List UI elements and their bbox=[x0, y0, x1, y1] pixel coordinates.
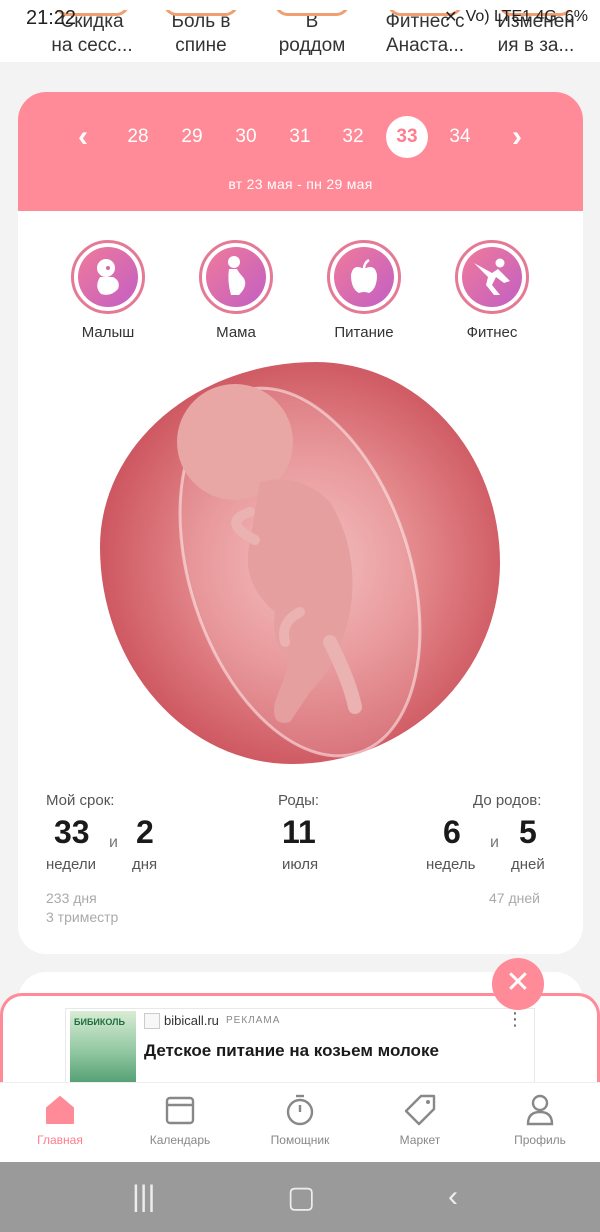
birth-day: 11 bbox=[282, 814, 316, 850]
category-ring bbox=[327, 240, 401, 314]
category-label: Мама bbox=[216, 324, 256, 341]
tab-assistant[interactable]: Помощник bbox=[240, 1093, 360, 1147]
category-fill bbox=[206, 247, 266, 307]
story-title-line2: Анаста... bbox=[385, 35, 465, 56]
category-row: Малыш Мама Питание Фитнес bbox=[18, 240, 583, 341]
story-title-line2: спине bbox=[175, 35, 227, 56]
week-header: ‹ 28 29 30 31 32 33 34 › вт 23 мая - пн … bbox=[18, 92, 583, 211]
until-total-days: 47 дней bbox=[489, 890, 540, 906]
term-days-value: 2 bbox=[136, 814, 154, 850]
ad-content[interactable]: БИБИКОЛЬ bibicall.ru РЕКЛАМА Детское пит… bbox=[65, 1008, 535, 1088]
tab-label: Маркет bbox=[399, 1133, 441, 1147]
yoga-pose-icon bbox=[474, 258, 510, 295]
ad-label: РЕКЛАМА bbox=[226, 1015, 281, 1026]
tab-profile[interactable]: Профиль bbox=[480, 1093, 600, 1147]
profile-icon bbox=[526, 1094, 554, 1126]
term-weeks-unit: недели bbox=[46, 856, 97, 873]
ad-brand-text: БИБИКОЛЬ bbox=[74, 1017, 125, 1027]
tab-label: Профиль bbox=[514, 1133, 566, 1147]
category-nutrition[interactable]: Питание bbox=[309, 240, 419, 341]
week-button-active[interactable]: 33 bbox=[386, 116, 428, 158]
week-button[interactable]: 34 bbox=[439, 116, 481, 158]
home-button-icon[interactable]: ▢ bbox=[287, 1180, 315, 1215]
tab-calendar[interactable]: Календарь bbox=[120, 1093, 240, 1147]
calendar-icon bbox=[165, 1096, 195, 1125]
category-fill bbox=[462, 247, 522, 307]
ad-domain: bibicall.ru bbox=[164, 1013, 219, 1028]
fetus-drawing bbox=[177, 384, 422, 758]
term-days-unit: дня bbox=[132, 856, 158, 873]
battery-level: 6% bbox=[564, 8, 588, 25]
week-selector: ‹ 28 29 30 31 32 33 34 › bbox=[18, 116, 583, 158]
story-title-line2: на сесс... bbox=[51, 35, 133, 56]
category-mom[interactable]: Мама bbox=[181, 240, 291, 341]
chevron-right-icon[interactable]: › bbox=[502, 122, 532, 152]
until-weeks-value: 6 bbox=[443, 814, 461, 850]
tab-label: Календарь bbox=[149, 1133, 211, 1147]
category-baby[interactable]: Малыш bbox=[53, 240, 163, 341]
until-weeks-unit: недель bbox=[426, 856, 476, 873]
term-weeks-value: 33 bbox=[54, 814, 90, 850]
story-title-line2: роддом bbox=[278, 35, 346, 56]
week-button[interactable]: 29 bbox=[171, 116, 213, 158]
ad-favicon-icon bbox=[144, 1013, 160, 1029]
baby-icon bbox=[97, 259, 119, 295]
tab-home[interactable]: Главная bbox=[0, 1093, 120, 1147]
category-ring bbox=[455, 240, 529, 314]
term-trimester: 3 триместр bbox=[46, 909, 119, 925]
date-range: вт 23 мая - пн 29 мая bbox=[228, 176, 373, 192]
tab-label: Главная bbox=[37, 1133, 83, 1147]
term-total-days: 233 дня bbox=[46, 890, 97, 906]
category-fill bbox=[78, 247, 138, 307]
fetus-illustration bbox=[100, 362, 500, 764]
week-button[interactable]: 30 bbox=[225, 116, 267, 158]
week-button[interactable]: 31 bbox=[279, 116, 321, 158]
back-icon[interactable]: ‹ bbox=[448, 1180, 458, 1214]
status-bar: 21:22 ✕ Vo) LTE1 4G 6% bbox=[0, 0, 600, 34]
more-vertical-icon[interactable]: ⋮ bbox=[506, 1009, 524, 1030]
term-conjunction: и bbox=[109, 834, 118, 851]
chevron-left-icon[interactable]: ‹ bbox=[68, 122, 98, 152]
status-time: 21:22 bbox=[26, 7, 77, 29]
week-button[interactable]: 28 bbox=[117, 116, 159, 158]
category-fitness[interactable]: Фитнес bbox=[437, 240, 547, 341]
recent-apps-icon[interactable]: ||| bbox=[132, 1180, 155, 1214]
week-button[interactable]: 32 bbox=[332, 116, 374, 158]
signal-icon: ✕ bbox=[444, 9, 458, 26]
timer-icon bbox=[286, 1094, 314, 1126]
until-days-unit: дней bbox=[511, 856, 545, 873]
category-label: Малыш bbox=[81, 324, 135, 341]
category-label: Питание bbox=[334, 324, 394, 341]
category-label: Фитнес bbox=[466, 324, 518, 341]
tab-market[interactable]: Маркет bbox=[360, 1093, 480, 1147]
birth-label: Роды: bbox=[278, 792, 320, 809]
category-ring bbox=[71, 240, 145, 314]
story-title-line2: ия в за... bbox=[497, 35, 575, 56]
bottom-tab-bar: Главная Календарь Помощник Маркет Профил… bbox=[0, 1082, 600, 1162]
until-days-value: 5 bbox=[519, 814, 537, 850]
status-icons: ✕ Vo) LTE1 4G 6% bbox=[444, 7, 588, 27]
category-ring bbox=[199, 240, 273, 314]
home-icon bbox=[46, 1096, 74, 1124]
pregnancy-week-card: ‹ 28 29 30 31 32 33 34 › вт 23 мая - пн … bbox=[18, 92, 583, 954]
pregnant-woman-icon bbox=[228, 256, 246, 295]
close-icon[interactable]: ✕ bbox=[492, 958, 544, 1010]
apple-icon bbox=[351, 259, 377, 293]
network-indicator: Vo) LTE1 4G bbox=[465, 8, 557, 25]
term-label: Мой срок: bbox=[46, 792, 115, 809]
category-fill bbox=[334, 247, 394, 307]
ad-image: БИБИКОЛЬ bbox=[70, 1011, 136, 1087]
tab-label: Помощник bbox=[270, 1133, 330, 1147]
birth-month: июля bbox=[282, 856, 319, 873]
system-navigation-bar: ||| ▢ ‹ bbox=[0, 1162, 600, 1232]
until-birth-label: До родов: bbox=[473, 792, 542, 809]
tag-icon bbox=[404, 1094, 436, 1126]
until-conjunction: и bbox=[490, 834, 499, 851]
ad-title: Детское питание на козьем молоке bbox=[144, 1041, 439, 1060]
